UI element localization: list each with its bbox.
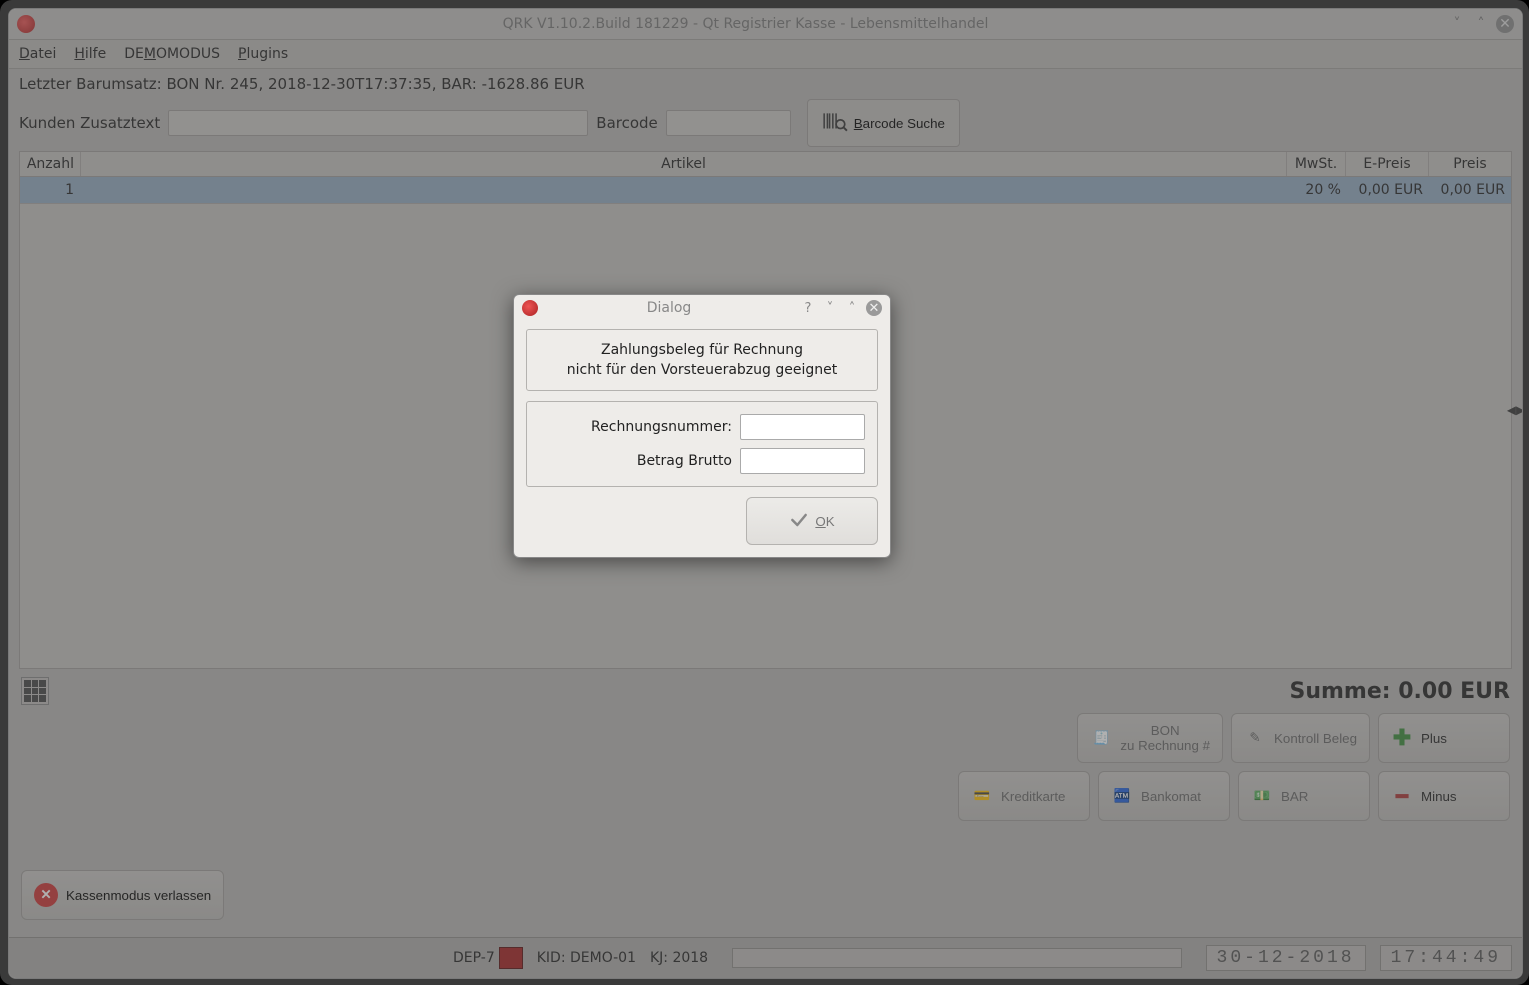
- rechnungsnummer-input[interactable]: [740, 414, 865, 440]
- dialog-info-line1: Zahlungsbeleg für Rechnung: [539, 342, 865, 358]
- dialog-ok-button[interactable]: OK: [746, 497, 878, 545]
- dialog-minimize-icon[interactable]: ˅: [822, 300, 838, 316]
- dialog-titlebar: Dialog ? ˅ ˄ ✕: [514, 295, 890, 321]
- dialog-maximize-icon[interactable]: ˄: [844, 300, 860, 316]
- betrag-brutto-label: Betrag Brutto: [539, 453, 732, 469]
- dialog-backdrop: Dialog ? ˅ ˄ ✕ Zahlungsbeleg für Rechnun…: [9, 9, 1522, 978]
- dialog-form-box: Rechnungsnummer: Betrag Brutto: [526, 401, 878, 487]
- dialog-info-box: Zahlungsbeleg für Rechnung nicht für den…: [526, 329, 878, 391]
- dialog-app-icon: [522, 300, 538, 316]
- betrag-brutto-input[interactable]: [740, 448, 865, 474]
- dialog-info-line2: nicht für den Vorsteuerabzug geeignet: [539, 362, 865, 378]
- dialog-close-icon[interactable]: ✕: [866, 300, 882, 316]
- payment-dialog: Dialog ? ˅ ˄ ✕ Zahlungsbeleg für Rechnun…: [513, 294, 891, 558]
- main-window: QRK V1.10.2.Build 181229 - Qt Registrier…: [8, 8, 1523, 979]
- dialog-help-icon[interactable]: ?: [800, 300, 816, 316]
- rechnungsnummer-label: Rechnungsnummer:: [539, 419, 732, 435]
- dialog-title: Dialog: [538, 300, 800, 316]
- check-icon: [789, 510, 809, 533]
